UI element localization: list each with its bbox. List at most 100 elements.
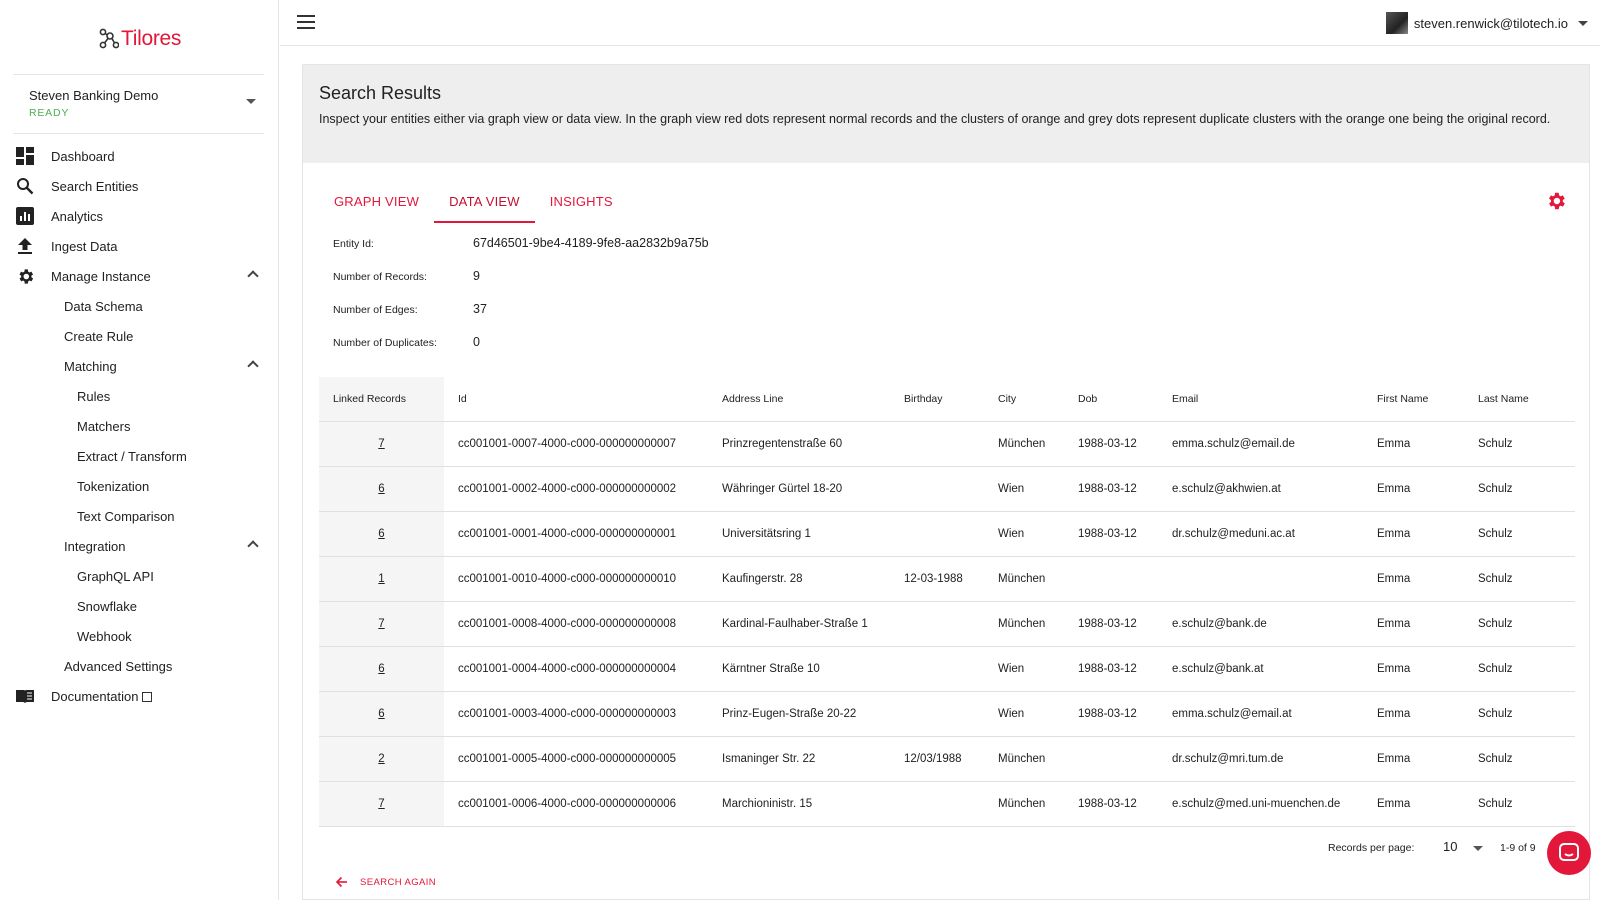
sidebar-item-webhook[interactable]: Webhook — [0, 621, 279, 651]
sidebar-item-manage-instance[interactable]: Manage Instance — [0, 261, 279, 291]
sidebar-item-data-schema[interactable]: Data Schema — [0, 291, 279, 321]
linked-records-link[interactable]: 6 — [378, 483, 384, 495]
linked-records-link[interactable]: 6 — [378, 528, 384, 540]
sidebar-item-matching[interactable]: Matching — [0, 351, 279, 381]
linked-records-link[interactable]: 7 — [378, 618, 384, 630]
sidebar: Tilores Steven Banking Demo READY Dashbo… — [0, 0, 279, 900]
table-cell: Emma — [1363, 466, 1464, 512]
column-header[interactable]: Email — [1158, 377, 1363, 422]
table-row[interactable]: 6 cc001001-0003-4000-c000-000000000003 Pri… — [319, 691, 1575, 737]
table-row[interactable]: 6 cc001001-0001-4000-c000-000000000001 Uni… — [319, 511, 1575, 557]
table-cell: 7 — [319, 421, 444, 467]
gear-icon — [15, 266, 35, 286]
sidebar-item-label: Advanced Settings — [64, 658, 173, 674]
linked-records-link[interactable]: 7 — [378, 438, 384, 450]
sidebar-item-integration[interactable]: Integration — [0, 531, 279, 561]
caret-down-icon — [1578, 20, 1588, 26]
sidebar-item-create-rule[interactable]: Create Rule — [0, 321, 279, 351]
table-cell: Schulz — [1464, 691, 1575, 737]
num-edges-value: 37 — [473, 302, 487, 316]
sidebar-item-label: Text Comparison — [77, 508, 175, 524]
table-row[interactable]: 2 cc001001-0005-4000-c000-000000000005 Ism… — [319, 736, 1575, 782]
tab-graph-view[interactable]: GRAPH VIEW — [319, 181, 434, 223]
sidebar-item-documentation[interactable]: Documentation — [0, 681, 279, 711]
chat-launcher-button[interactable] — [1547, 831, 1591, 875]
records-per-page-select[interactable]: 10 — [1443, 839, 1457, 854]
table-row[interactable]: 1 cc001001-0010-4000-c000-000000000010 Kau… — [319, 556, 1575, 602]
table-cell: Kaufingerstr. 28 — [708, 556, 890, 602]
sidebar-item-label: Extract / Transform — [77, 448, 187, 464]
table-cell: 1988-03-12 — [1064, 781, 1158, 827]
table-row[interactable]: 6 cc001001-0002-4000-c000-000000000002 Wäh… — [319, 466, 1575, 512]
table-cell: München — [984, 601, 1064, 647]
table-cell: emma.schulz@email.de — [1158, 421, 1363, 467]
sidebar-item-matchers[interactable]: Matchers — [0, 411, 279, 441]
linked-records-link[interactable]: 2 — [378, 753, 384, 765]
num-edges-label: Number of Edges: — [333, 304, 418, 316]
settings-gear-icon[interactable] — [1545, 190, 1567, 212]
caret-down-icon[interactable] — [1473, 846, 1483, 851]
sidebar-item-text-comparison[interactable]: Text Comparison — [0, 501, 279, 531]
linked-records-link[interactable]: 7 — [378, 798, 384, 810]
num-records-label: Number of Records: — [333, 271, 427, 283]
column-header[interactable]: First Name — [1363, 377, 1464, 422]
sidebar-item-dashboard[interactable]: Dashboard — [0, 141, 279, 171]
table-cell — [890, 601, 984, 647]
table-row[interactable]: 7 cc001001-0007-4000-c000-000000000007 Pri… — [319, 421, 1575, 467]
sidebar-item-label: Snowflake — [77, 598, 137, 614]
table-cell: Emma — [1363, 646, 1464, 692]
table-cell: Emma — [1363, 781, 1464, 827]
sidebar-item-graphql-api[interactable]: GraphQL API — [0, 561, 279, 591]
instance-selector[interactable]: Steven Banking Demo READY — [13, 74, 264, 134]
sidebar-item-label: Create Rule — [64, 328, 134, 344]
table-row[interactable]: 7 cc001001-0006-4000-c000-000000000006 Mar… — [319, 781, 1575, 827]
instance-name: Steven Banking Demo — [29, 88, 159, 103]
table-cell: Schulz — [1464, 646, 1575, 692]
sidebar-item-analytics[interactable]: Analytics — [0, 201, 279, 231]
dashboard-icon — [15, 146, 35, 166]
sidebar-item-rules[interactable]: Rules — [0, 381, 279, 411]
tab-insights[interactable]: INSIGHTS — [535, 181, 628, 223]
tab-data-view[interactable]: DATA VIEW — [434, 181, 535, 223]
table-cell: 12/03/1988 — [890, 736, 984, 782]
column-header[interactable]: Last Name — [1464, 377, 1575, 422]
table-cell: Kärntner Straße 10 — [708, 646, 890, 692]
table-cell: Schulz — [1464, 601, 1575, 647]
table-row[interactable]: 6 cc001001-0004-4000-c000-000000000004 Kär… — [319, 646, 1575, 692]
chevron-up-icon — [247, 270, 259, 282]
column-header[interactable]: Dob — [1064, 377, 1158, 422]
table-cell — [890, 691, 984, 737]
table-cell: cc001001-0006-4000-c000-000000000006 — [444, 781, 708, 827]
linked-records-link[interactable]: 6 — [378, 708, 384, 720]
sidebar-nav: Dashboard Search Entities Analytics Inge… — [0, 141, 279, 711]
table-cell: Emma — [1363, 736, 1464, 782]
search-again-button[interactable]: SEARCH AGAIN — [336, 876, 436, 888]
sidebar-item-ingest-data[interactable]: Ingest Data — [0, 231, 279, 261]
table-header-row: Linked Records Id Address Line Birthday City… — [319, 377, 1575, 422]
table-row[interactable]: 7 cc001001-0008-4000-c000-000000000008 Kar… — [319, 601, 1575, 647]
column-header[interactable]: City — [984, 377, 1064, 422]
table-cell: Universitätsring 1 — [708, 511, 890, 557]
num-duplicates-value: 0 — [473, 335, 480, 349]
sidebar-item-snowflake[interactable]: Snowflake — [0, 591, 279, 621]
user-menu[interactable]: steven.renwick@tilotech.io — [1385, 12, 1588, 34]
sidebar-item-extract-transform[interactable]: Extract / Transform — [0, 441, 279, 471]
column-header[interactable]: Address Line — [708, 377, 890, 422]
linked-records-link[interactable]: 1 — [378, 573, 384, 585]
sidebar-item-advanced-settings[interactable]: Advanced Settings — [0, 651, 279, 681]
linked-records-link[interactable]: 6 — [378, 663, 384, 675]
table-cell: Schulz — [1464, 556, 1575, 602]
sidebar-item-search-entities[interactable]: Search Entities — [0, 171, 279, 201]
tilores-logo[interactable]: Tilores — [99, 26, 181, 52]
table-cell: Wien — [984, 466, 1064, 512]
column-header[interactable]: Birthday — [890, 377, 984, 422]
table-cell: München — [984, 736, 1064, 782]
menu-icon[interactable] — [297, 15, 315, 29]
column-header[interactable]: Linked Records — [319, 377, 444, 422]
page-title: Search Results — [319, 83, 442, 103]
column-header[interactable]: Id — [444, 377, 708, 422]
sidebar-item-label: Documentation — [51, 689, 153, 704]
sidebar-item-tokenization[interactable]: Tokenization — [0, 471, 279, 501]
table-cell: Kardinal-Faulhaber-Straße 1 — [708, 601, 890, 647]
table-cell — [890, 646, 984, 692]
